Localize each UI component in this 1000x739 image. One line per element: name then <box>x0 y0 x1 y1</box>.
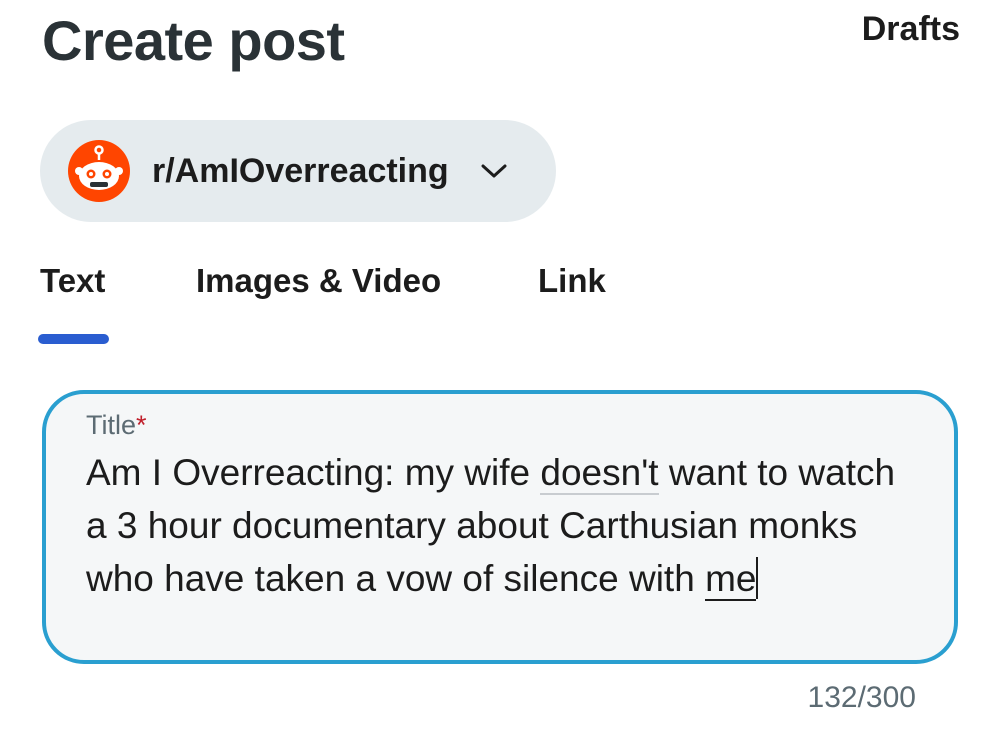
reddit-snoo-icon <box>68 140 130 202</box>
community-name: r/AmIOverreacting <box>152 151 449 190</box>
title-text-current-word: me <box>705 558 757 601</box>
required-asterisk: * <box>136 410 147 440</box>
title-text-part: Am I Overreacting: my wife <box>86 452 541 493</box>
character-counter: 132/300 <box>807 681 916 714</box>
post-type-tabs: Text Images & Video Link <box>0 262 1000 352</box>
title-input[interactable]: Title* Am I Overreacting: my wife doesn'… <box>42 390 958 664</box>
title-text-underlined: doesn't <box>540 452 659 495</box>
page-title: Create post <box>42 9 345 72</box>
community-selector[interactable]: r/AmIOverreacting <box>40 120 556 222</box>
tab-text[interactable]: Text <box>40 262 105 300</box>
title-label: Title* <box>86 408 914 442</box>
tab-images-video[interactable]: Images & Video <box>196 262 441 300</box>
title-value: Am I Overreacting: my wife doesn't want … <box>86 446 914 605</box>
active-tab-indicator <box>38 334 109 344</box>
chevron-down-icon[interactable] <box>479 156 509 186</box>
text-caret <box>756 557 759 599</box>
title-label-text: Title <box>86 410 137 440</box>
tab-link[interactable]: Link <box>538 262 606 300</box>
drafts-button[interactable]: Drafts <box>862 10 960 49</box>
